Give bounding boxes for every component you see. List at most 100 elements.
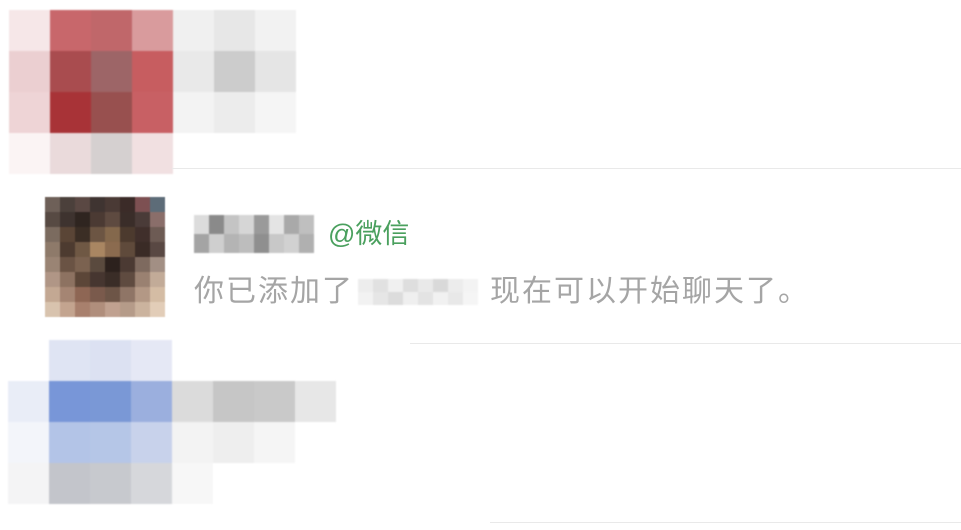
source-label: @微信: [328, 219, 410, 249]
mosaic-cell: [433, 279, 448, 292]
mosaic-cell: [90, 227, 105, 242]
mosaic-cell: [173, 92, 214, 133]
chat-item[interactable]: [0, 340, 961, 522]
mosaic-cell: [60, 227, 75, 242]
mosaic-cell: [150, 197, 165, 212]
mosaic-cell: [120, 272, 135, 287]
mosaic-cell: [75, 212, 90, 227]
mosaic-cell: [90, 340, 131, 381]
mosaic-cell: [150, 272, 165, 287]
mosaic-cell: [255, 10, 296, 51]
mosaic-cell: [172, 463, 213, 504]
mosaic-cell: [172, 381, 213, 422]
mosaic-cell: [132, 10, 173, 51]
mosaic-cell: [150, 287, 165, 302]
mosaic-cell: [135, 242, 150, 257]
mosaic-cell: [254, 463, 295, 504]
mosaic-cell: [105, 287, 120, 302]
mosaic-cell: [209, 215, 224, 234]
mosaic-cell: [213, 381, 254, 422]
mosaic-cell: [295, 381, 336, 422]
mosaic-cell: [135, 257, 150, 272]
redacted-avatar-and-name: [8, 340, 336, 504]
mosaic-cell: [90, 463, 131, 504]
mosaic-cell: [135, 212, 150, 227]
message-preview: 你已添加了 现在可以开始聊天了。: [194, 276, 810, 308]
mosaic-cell: [295, 463, 336, 504]
mosaic-cell: [105, 242, 120, 257]
mosaic-cell: [8, 422, 49, 463]
mosaic-cell: [214, 51, 255, 92]
mosaic-cell: [224, 215, 239, 234]
mosaic-cell: [131, 422, 172, 463]
mosaic-cell: [60, 212, 75, 227]
mosaic-cell: [49, 340, 90, 381]
message-suffix: 现在可以开始聊天了。: [490, 275, 810, 308]
mosaic-cell: [105, 302, 120, 317]
mosaic-cell: [131, 463, 172, 504]
mosaic-cell: [448, 292, 463, 305]
mosaic-cell: [131, 340, 172, 381]
mosaic-cell: [239, 234, 254, 253]
redacted-name-in-message: [358, 279, 478, 305]
mosaic-cell: [255, 51, 296, 92]
mosaic-cell: [91, 92, 132, 133]
mosaic-cell: [75, 227, 90, 242]
mosaic-cell: [105, 272, 120, 287]
mosaic-cell: [90, 381, 131, 422]
mosaic-cell: [120, 197, 135, 212]
mosaic-cell: [373, 292, 388, 305]
mosaic-cell: [358, 292, 373, 305]
mosaic-cell: [254, 422, 295, 463]
mosaic-cell: [49, 381, 90, 422]
chat-item[interactable]: [0, 0, 961, 174]
mosaic-cell: [8, 463, 49, 504]
mosaic-cell: [9, 133, 50, 174]
mosaic-cell: [418, 279, 433, 292]
chat-item[interactable]: @微信 你已添加了 现在可以开始聊天了。: [0, 169, 961, 343]
mosaic-cell: [403, 292, 418, 305]
mosaic-cell: [269, 234, 284, 253]
mosaic-cell: [213, 340, 254, 381]
mosaic-cell: [90, 257, 105, 272]
mosaic-cell: [132, 51, 173, 92]
mosaic-cell: [135, 197, 150, 212]
mosaic-cell: [295, 422, 336, 463]
mosaic-cell: [91, 51, 132, 92]
mosaic-cell: [358, 279, 373, 292]
avatar: [45, 197, 165, 317]
mosaic-cell: [135, 227, 150, 242]
mosaic-cell: [403, 279, 418, 292]
redacted-contact-name: [194, 215, 314, 253]
mosaic-cell: [239, 215, 254, 234]
mosaic-cell: [75, 257, 90, 272]
mosaic-cell: [50, 92, 91, 133]
mosaic-cell: [91, 10, 132, 51]
mosaic-cell: [75, 242, 90, 257]
mosaic-cell: [213, 422, 254, 463]
mosaic-cell: [90, 302, 105, 317]
mosaic-cell: [60, 302, 75, 317]
mosaic-cell: [75, 287, 90, 302]
mosaic-cell: [135, 287, 150, 302]
mosaic-cell: [60, 197, 75, 212]
mosaic-cell: [214, 92, 255, 133]
mosaic-cell: [50, 51, 91, 92]
mosaic-cell: [45, 212, 60, 227]
mosaic-cell: [105, 197, 120, 212]
mosaic-cell: [90, 422, 131, 463]
mosaic-cell: [194, 234, 209, 253]
mosaic-cell: [463, 279, 478, 292]
redacted-avatar-and-name: [9, 10, 296, 174]
mosaic-cell: [90, 242, 105, 257]
mosaic-cell: [105, 257, 120, 272]
mosaic-cell: [49, 463, 90, 504]
mosaic-cell: [172, 422, 213, 463]
mosaic-cell: [150, 242, 165, 257]
mosaic-cell: [299, 234, 314, 253]
mosaic-cell: [9, 51, 50, 92]
mosaic-cell: [135, 302, 150, 317]
mosaic-cell: [255, 92, 296, 133]
mosaic-cell: [45, 227, 60, 242]
mosaic-cell: [50, 133, 91, 174]
